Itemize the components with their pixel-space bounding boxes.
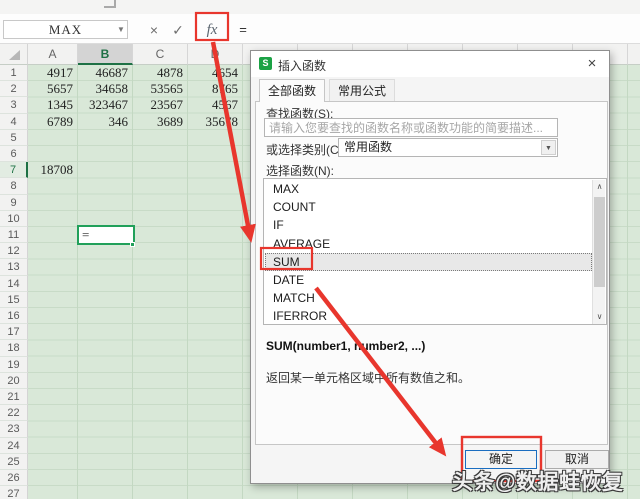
row-header-17[interactable]: 17 (0, 324, 28, 341)
dialog-close-icon[interactable]: × (582, 55, 602, 73)
fill-handle[interactable] (130, 242, 135, 247)
cell-D2[interactable]: 8765 (188, 81, 242, 97)
row-header-13[interactable]: 13 (0, 259, 28, 276)
cell-C3[interactable]: 23567 (133, 97, 187, 113)
select-all-corner[interactable] (0, 44, 28, 65)
function-item-match[interactable]: MATCH (265, 289, 592, 307)
cell-A4[interactable]: 6789 (28, 114, 77, 130)
spreadsheet-app-icon: S (259, 57, 272, 70)
row-header-3[interactable]: 3 (0, 97, 28, 114)
row-header-10[interactable]: 10 (0, 210, 28, 227)
row-header-16[interactable]: 16 (0, 308, 28, 325)
scrollbar[interactable]: ∧ ∨ (592, 180, 605, 324)
scrollbar-down-icon[interactable]: ∨ (593, 310, 606, 324)
category-dropdown-value: 常用函数 (344, 140, 393, 154)
row-header-6[interactable]: 6 (0, 146, 28, 163)
cancel-entry-icon[interactable]: × (145, 20, 163, 40)
name-box-dropdown-icon[interactable]: ▼ (115, 20, 127, 39)
row-header-14[interactable]: 14 (0, 275, 28, 292)
row-header-1[interactable]: 1 (0, 65, 28, 82)
function-list: MAX COUNT IF AVERAGE SUM DATE MATCH IFERROR ∧ ∨ (263, 178, 607, 325)
cell-B1[interactable]: 46687 (78, 65, 132, 81)
row-header-12[interactable]: 12 (0, 243, 28, 260)
row-header-22[interactable]: 22 (0, 405, 28, 422)
scrollbar-thumb[interactable] (594, 197, 605, 287)
cell-B4[interactable]: 346 (78, 114, 132, 130)
cell-C2[interactable]: 53565 (133, 81, 187, 97)
cell-A2[interactable]: 5657 (28, 81, 77, 97)
ribbon-corner-glyph (104, 0, 116, 8)
cancel-button[interactable]: 取消 (545, 450, 609, 469)
row-header-2[interactable]: 2 (0, 81, 28, 98)
function-item-sum[interactable]: SUM (265, 252, 592, 271)
formula-bar: MAX ▼ × ✓ fx = (0, 14, 640, 44)
function-item-if[interactable]: IF (265, 216, 592, 234)
column-header-B[interactable]: B (78, 44, 133, 65)
row-header-15[interactable]: 15 (0, 291, 28, 308)
cell-D4[interactable]: 35678 (188, 114, 242, 130)
dialog-title-bar[interactable]: S 插入函数 × (251, 51, 609, 77)
category-dropdown[interactable]: 常用函数 ▼ (338, 138, 558, 157)
cell-C1[interactable]: 4878 (133, 65, 187, 81)
column-header-D[interactable]: D (188, 44, 243, 65)
row-header-8[interactable]: 8 (0, 178, 28, 195)
row-header-25[interactable]: 25 (0, 453, 28, 470)
active-cell-editor[interactable]: = (77, 225, 135, 245)
row-header-24[interactable]: 24 (0, 437, 28, 454)
function-signature: SUM(number1, number2, ...) (266, 339, 426, 353)
row-header-26[interactable]: 26 (0, 470, 28, 487)
search-function-input[interactable] (264, 118, 558, 137)
cell-D1[interactable]: 4654 (188, 65, 242, 81)
tab-all-functions[interactable]: 全部函数 (259, 79, 325, 102)
column-header-blank[interactable] (628, 44, 640, 65)
formula-bar-content[interactable]: = (236, 20, 250, 40)
column-header-C[interactable]: C (133, 44, 188, 65)
category-label: 或选择类别(C): (266, 143, 346, 157)
function-item-count[interactable]: COUNT (265, 198, 592, 216)
row-header-27[interactable]: 27 (0, 486, 28, 499)
name-box[interactable]: MAX (3, 20, 128, 39)
row-header-5[interactable]: 5 (0, 129, 28, 146)
row-header-18[interactable]: 18 (0, 340, 28, 357)
dialog-content-pane: 查找函数(S): 或选择类别(C): 常用函数 ▼ 选择函数(N): MAXCO… (255, 101, 608, 445)
insert-function-dialog: S 插入函数 × 全部函数 常用公式 查找函数(S): 或选择类别(C): 常用… (250, 50, 610, 484)
row-header-23[interactable]: 23 (0, 421, 28, 438)
row-header-11[interactable]: 11 (0, 227, 28, 244)
function-item-max[interactable]: MAX (265, 180, 592, 198)
row-header-20[interactable]: 20 (0, 372, 28, 389)
scrollbar-up-icon[interactable]: ∧ (593, 180, 606, 194)
tab-common-formulas[interactable]: 常用公式 (329, 79, 395, 102)
cell-D3[interactable]: 4567 (188, 97, 242, 113)
column-header-A[interactable]: A (28, 44, 78, 65)
cell-A3[interactable]: 1345 (28, 97, 77, 113)
select-function-label: 选择函数(N): (266, 164, 334, 178)
dialog-title: 插入函数 (278, 59, 327, 73)
row-header-19[interactable]: 19 (0, 356, 28, 373)
select-all-triangle-icon (9, 50, 20, 60)
cell-B2[interactable]: 34658 (78, 81, 132, 97)
ok-button[interactable]: 确定 (465, 450, 537, 469)
row-header-4[interactable]: 4 (0, 113, 28, 130)
function-item-date[interactable]: DATE (265, 271, 592, 289)
row-header-7[interactable]: 7 (0, 162, 28, 179)
row-header-21[interactable]: 21 (0, 389, 28, 406)
function-description: 返回某一单元格区域中所有数值之和。 (266, 371, 471, 385)
cell-C4[interactable]: 3689 (133, 114, 187, 130)
ribbon-bottom-strip (0, 0, 640, 14)
cell-A7[interactable]: 18708 (28, 162, 77, 178)
category-dropdown-arrow-icon[interactable]: ▼ (541, 140, 556, 155)
function-item-average[interactable]: AVERAGE (265, 235, 592, 253)
insert-function-fx-icon[interactable]: fx (199, 20, 225, 40)
confirm-entry-icon[interactable]: ✓ (169, 20, 187, 40)
row-header-9[interactable]: 9 (0, 194, 28, 211)
function-item-iferror[interactable]: IFERROR (265, 307, 592, 324)
cell-B3[interactable]: 323467 (78, 97, 132, 113)
cell-A1[interactable]: 4917 (28, 65, 77, 81)
